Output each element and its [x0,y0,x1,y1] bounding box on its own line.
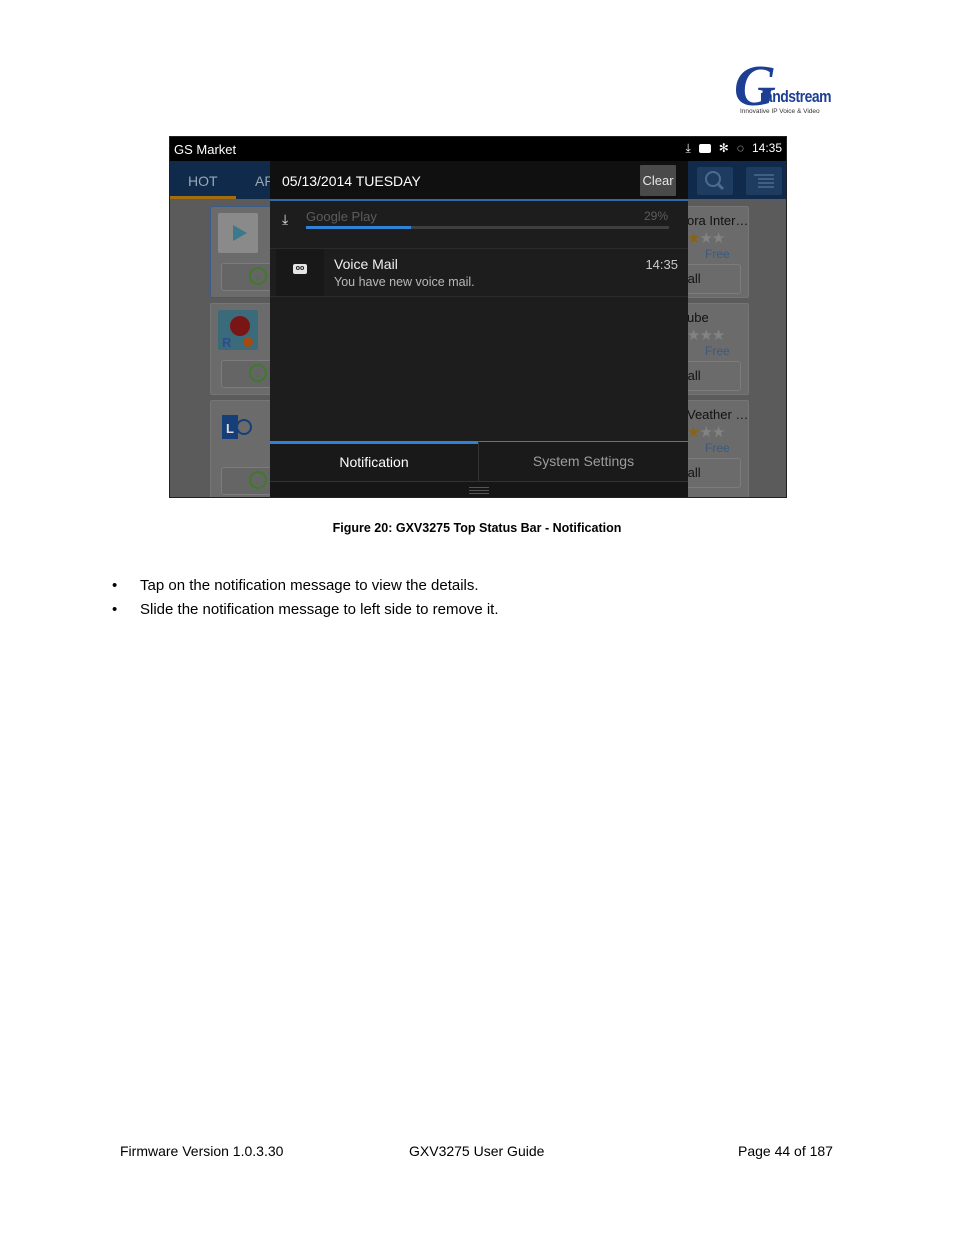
download-progress-fill [306,226,412,229]
download-progress-bar [306,226,669,229]
notification-title: Voice Mail [334,256,398,272]
logo-tagline: Innovative IP Voice & Video [740,108,820,115]
voicemail-icon: oo [293,264,307,274]
list-item: • Tap on the notification message to view… [112,574,499,598]
app-card-angry-birds[interactable]: R ↓ [210,303,279,395]
app-card-google-play[interactable]: ↓ [210,206,279,298]
app-price: Free [705,441,730,455]
install-button[interactable]: tall [683,361,741,391]
app-title: ube [687,310,709,325]
notification-download[interactable]: ⤓ Google Play 29% [270,201,688,249]
app-card-right-2[interactable]: ube ★★★ Free tall [683,303,749,395]
svg-text:R: R [222,335,232,350]
notification-title: Google Play [306,209,377,224]
tab-notification[interactable]: Notification [270,441,478,481]
bullet-text: Slide the notification message to left s… [140,601,499,618]
panel-drag-handle[interactable] [270,481,688,497]
drag-handle-icon [469,487,489,488]
market-menu-button[interactable] [746,167,782,195]
notification-time: 14:35 [645,257,678,272]
voicemail-icon [698,143,711,153]
svg-text:L: L [226,421,234,436]
search-icon [705,171,725,191]
bullet-text: Tap on the notification message to view … [140,577,479,594]
logo-wordmark: randstream [760,87,832,106]
app-price: Free [705,344,730,358]
app-card-right-3[interactable]: Veather … ★★★ Free tall [683,400,749,497]
install-button[interactable]: tall [683,458,741,488]
grandstream-logo: G randstream Innovative IP Voice & Video [734,57,838,118]
footer-firmware: Firmware Version 1.0.3.30 [120,1143,284,1159]
download-percent: 29% [643,209,668,223]
figure-caption: Figure 20: GXV3275 Top Status Bar - Noti… [332,521,622,535]
voicemail-icon-box: oo [276,249,324,296]
bluetooth-icon: ✻ [718,141,729,155]
tab-system-settings[interactable]: System Settings [478,441,688,481]
notification-panel: 05/13/2014 TUESDAY Clear ⤓ Google Play 2… [270,161,688,497]
menu-icon [754,174,774,188]
app-price: Free [705,247,730,261]
status-icons: ⤓ ✻ ◌ 14:35 [685,141,782,155]
footer-title: GXV3275 User Guide [409,1143,545,1159]
angry-birds-icon: R [218,310,258,350]
status-bar[interactable]: GS Market ⤓ ✻ ◌ 14:35 [170,137,786,161]
download-icon: ⤓ [685,141,691,155]
download-arrow-icon: ↓ [249,471,267,489]
install-button[interactable]: tall [683,264,741,294]
device-screenshot: GS Market ⤓ ✻ ◌ 14:35 HOT AP ↓ R ↓ L ↓ o… [169,136,787,498]
footer-page: Page 44 of 187 [738,1143,833,1159]
lync-icon: L [218,407,258,447]
download-icon: ⤓ [282,211,289,227]
bullet-icon: • [112,601,118,618]
list-item: • Slide the notification message to left … [112,598,499,622]
app-title: ora Inter… [687,213,749,228]
status-time: 14:35 [751,141,782,155]
panel-tabs: Notification System Settings [270,441,688,481]
rating-stars: ★★★ [687,424,725,441]
notification-message: You have new voice mail. [334,275,475,289]
panel-header: 05/13/2014 TUESDAY Clear [270,161,688,201]
rating-stars: ★★★ [687,327,725,344]
tab-hot-indicator [170,196,236,199]
sync-icon: ◌ [736,141,744,155]
notification-voicemail[interactable]: oo Voice Mail 14:35 You have new voice m… [270,249,688,297]
download-arrow-icon: ↓ [249,364,267,382]
status-app-name: GS Market [174,142,237,157]
app-title: Veather … [687,407,749,422]
google-play-icon [218,213,258,253]
clear-button[interactable]: Clear [640,165,676,196]
bullet-icon: • [112,577,118,594]
app-card-lync[interactable]: L ↓ [210,400,279,497]
rating-stars: ★★★ [687,230,725,247]
app-card-right-1[interactable]: ora Inter… ★★★ Free tall [683,206,749,298]
bullet-list: • Tap on the notification message to view… [112,574,499,622]
market-search-button[interactable] [697,167,733,195]
panel-date: 05/13/2014 TUESDAY [282,173,421,189]
download-arrow-icon: ↓ [249,267,267,285]
tab-hot[interactable]: HOT [188,173,218,189]
